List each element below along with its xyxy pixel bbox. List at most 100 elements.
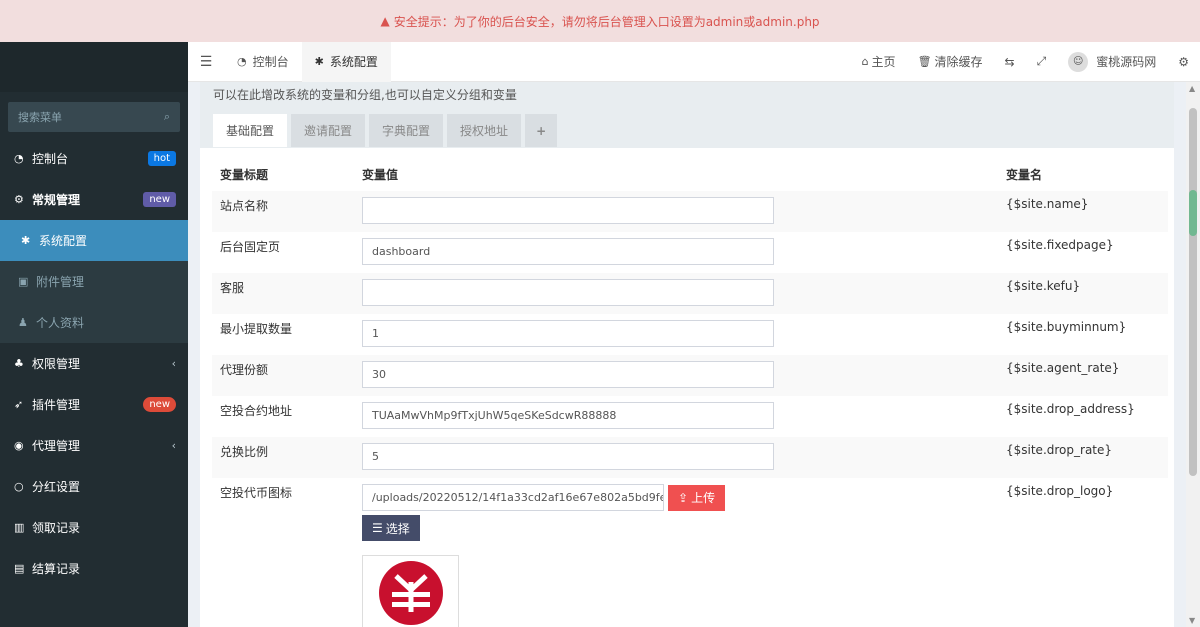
config-tab-1[interactable]: 邀请配置 bbox=[291, 114, 366, 147]
security-warning-banner: ▲ 安全提示：为了你的后台安全，请勿将后台管理入口设置为admin或admin.… bbox=[0, 0, 1200, 42]
scroll-down-icon[interactable]: ▼ bbox=[1189, 616, 1195, 625]
sidebar-item-8[interactable]: ○ 分红设置 bbox=[0, 466, 188, 507]
row-value-input[interactable]: 30 bbox=[362, 361, 774, 388]
column-header-name: 变量名 bbox=[1006, 167, 1043, 182]
sidebar-item-label: 系统配置 bbox=[39, 234, 88, 248]
language-toggle-icon[interactable]: ⇆ bbox=[994, 55, 1026, 69]
fullscreen-icon[interactable]: ⤢ bbox=[1026, 54, 1058, 69]
config-tab-3[interactable]: 授权地址 bbox=[447, 114, 522, 147]
row-name: {$site.kefu} bbox=[998, 273, 1168, 314]
dashboard-icon: ◔ bbox=[237, 55, 247, 68]
row-name: {$site.drop_logo} bbox=[1006, 484, 1114, 498]
row-value-input[interactable] bbox=[362, 197, 774, 224]
column-header-value: 变量值 bbox=[362, 167, 399, 182]
row-value-input[interactable] bbox=[362, 279, 774, 306]
calculator-icon: ▤ bbox=[14, 562, 25, 575]
config-table: 变量标题 变量值 变量名 站点名称 {$site.name} 后台固定页 dashbo… bbox=[212, 157, 1168, 627]
row-name: {$site.agent_rate} bbox=[998, 355, 1168, 396]
scrollbar-thumb[interactable] bbox=[1189, 108, 1197, 476]
row-value-input[interactable]: dashboard bbox=[362, 238, 774, 265]
sidebar-item-label: 控制台 bbox=[32, 152, 69, 166]
row-value-input[interactable]: TUAaMwVhMp9fTxjUhW5qeSKeSdcwR88888 bbox=[362, 402, 774, 429]
chevron-left-icon: ‹ bbox=[171, 357, 176, 370]
top-right-toolbar: ⌂ 主页 🗑 清除缓存 ⇆ ⤢ ☺ 蜜桃源码网 ⚙ bbox=[851, 42, 1200, 82]
sidebar-logo bbox=[0, 42, 188, 92]
row-name: {$site.drop_rate} bbox=[998, 437, 1168, 478]
tab-1[interactable]: ✱ 系统配置 bbox=[301, 41, 391, 82]
column-header-title: 变量标题 bbox=[220, 167, 269, 182]
row-title: 空投代币图标 bbox=[220, 486, 293, 500]
home-link[interactable]: ⌂ 主页 bbox=[851, 53, 907, 70]
sidebar-item-1[interactable]: ⚙ 常规管理 new bbox=[0, 179, 188, 220]
row-name: {$site.drop_address} bbox=[1006, 402, 1135, 416]
tab-0[interactable]: ◔ 控制台 bbox=[224, 42, 302, 82]
settings-cogs-icon[interactable]: ⚙ bbox=[1167, 55, 1200, 69]
row-name: {$site.fixedpage} bbox=[1006, 238, 1114, 252]
table-row: 空投合约地址 TUAaMwVhMp9fTxjUhW5qeSKeSdcwR88888… bbox=[212, 396, 1168, 437]
list-icon: ☰ bbox=[372, 521, 383, 535]
sidebar-item-label: 插件管理 bbox=[32, 398, 81, 412]
search-input[interactable]: 搜索菜单 bbox=[18, 109, 62, 125]
chevron-left-icon: ‹ bbox=[171, 439, 176, 452]
vertical-scrollbar[interactable]: ▲ ▼ bbox=[1186, 82, 1200, 627]
row-name: {$site.buyminnum} bbox=[1006, 320, 1127, 334]
sidebar-item-10[interactable]: ▤ 结算记录 bbox=[0, 548, 188, 589]
search-icon[interactable]: ⌕ bbox=[164, 110, 170, 124]
table-row: 客服 {$site.kefu} bbox=[212, 273, 1168, 314]
image-icon: ▣ bbox=[18, 275, 29, 288]
row-title: 最小提取数量 bbox=[220, 322, 293, 336]
row-title: 代理份额 bbox=[212, 355, 354, 396]
config-tab-0[interactable]: 基础配置 bbox=[213, 114, 288, 147]
sidebar-item-2[interactable]: ✱ 系统配置 bbox=[0, 220, 188, 261]
trash-icon: 🗑 bbox=[917, 55, 932, 68]
avatar: ☺ bbox=[1068, 51, 1089, 72]
sidebar-item-0[interactable]: ◔ 控制台 hot bbox=[0, 138, 188, 179]
sidebar-item-7[interactable]: ◉ 代理管理 ‹ bbox=[0, 425, 188, 466]
sidebar-search[interactable]: 搜索菜单 ⌕ bbox=[8, 102, 180, 132]
add-group-icon[interactable]: + bbox=[525, 114, 558, 147]
sidebar: 搜索菜单 ⌕ ◔ 控制台 hot ⚙ 常规管理 new ✱ 系统配置 ▣ 附件管理 ♟ 个人资料 ♣ 权限… bbox=[0, 42, 188, 627]
row-name: {$site.name} bbox=[998, 191, 1168, 232]
sidebar-item-label: 常规管理 bbox=[32, 193, 81, 207]
user-icon: ♟ bbox=[18, 316, 28, 329]
scroll-up-icon[interactable]: ▲ bbox=[1189, 84, 1195, 93]
dashboard-icon: ◔ bbox=[14, 152, 24, 165]
upload-button[interactable]: ⇪ 上传 bbox=[668, 484, 726, 511]
table-row: 兑换比例 5 {$site.drop_rate} bbox=[212, 437, 1168, 478]
config-group-tabs: 基础配置 邀请配置 字典配置 授权地址 + bbox=[213, 114, 1161, 147]
row-title: 客服 bbox=[212, 273, 354, 314]
table-row: 后台固定页 dashboard {$site.fixedpage} bbox=[212, 232, 1168, 273]
sidebar-item-5[interactable]: ♣ 权限管理 ‹ bbox=[0, 343, 188, 384]
sidebar-item-3[interactable]: ▣ 附件管理 bbox=[0, 261, 188, 302]
table-row: 代理份额 30 {$site.agent_rate} bbox=[212, 355, 1168, 396]
list-icon: ▥ bbox=[14, 521, 25, 534]
group-icon: ♣ bbox=[14, 357, 24, 370]
sidebar-item-label: 分红设置 bbox=[32, 480, 81, 494]
table-row: 站点名称 {$site.name} bbox=[212, 191, 1168, 232]
circle-icon: ○ bbox=[14, 480, 24, 493]
sidebar-item-label: 结算记录 bbox=[32, 562, 81, 576]
table-row: 最小提取数量 1 {$site.buyminnum} bbox=[212, 314, 1168, 355]
cogs-icon: ⚙ bbox=[14, 193, 24, 206]
sidebar-item-9[interactable]: ▥ 领取记录 bbox=[0, 507, 188, 548]
user-menu[interactable]: ☺ 蜜桃源码网 bbox=[1057, 51, 1167, 72]
row-value-input[interactable]: 1 bbox=[362, 320, 774, 347]
content-area: 可以在此增改系统的变量和分组,也可以自定义分组和变量 基础配置 邀请配置 字典配置授… bbox=[188, 82, 1186, 627]
row-title: 兑换比例 bbox=[212, 437, 354, 478]
drop-logo-preview bbox=[362, 555, 459, 627]
sidebar-item-label: 权限管理 bbox=[32, 357, 81, 371]
drop-logo-path-input[interactable]: /uploads/20220512/14f1a33cd2af16e67e802a… bbox=[362, 484, 664, 511]
clear-cache-button[interactable]: 🗑 清除缓存 bbox=[907, 53, 994, 70]
gear-icon: ✱ bbox=[314, 55, 324, 68]
scroll-indicator bbox=[1189, 190, 1197, 236]
sidebar-badge: new bbox=[143, 192, 176, 207]
menu-toggle-icon[interactable]: ☰ bbox=[188, 54, 224, 70]
choose-button[interactable]: ☰ 选择 bbox=[362, 515, 420, 541]
warning-icon: ▲ bbox=[380, 14, 390, 28]
row-value-input[interactable]: 5 bbox=[362, 443, 774, 470]
sidebar-item-6[interactable]: ➶ 插件管理 new bbox=[0, 384, 188, 425]
sidebar-item-4[interactable]: ♟ 个人资料 bbox=[0, 302, 188, 343]
sidebar-item-label: 附件管理 bbox=[36, 275, 85, 289]
config-tab-2[interactable]: 字典配置 bbox=[369, 114, 444, 147]
tab-label: 系统配置 bbox=[329, 55, 378, 69]
